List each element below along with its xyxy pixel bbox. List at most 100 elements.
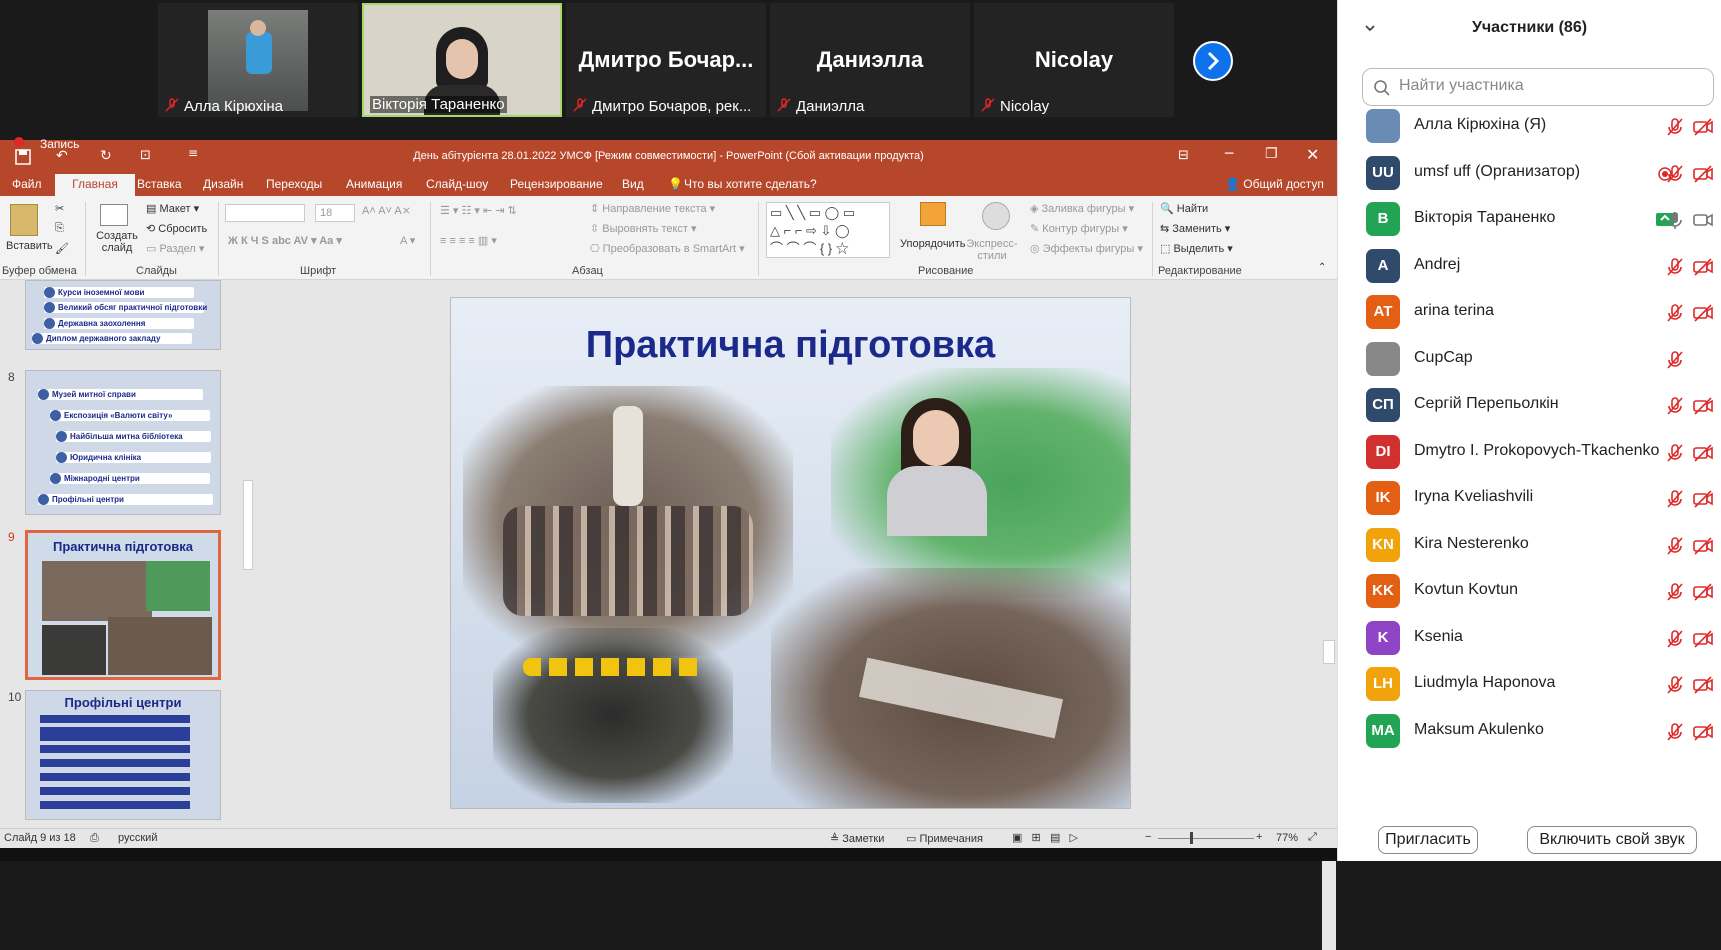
- slide-canvas[interactable]: Практична підготовка: [450, 297, 1131, 809]
- video-tile-4[interactable]: Даниэлла Даниэлла: [770, 3, 970, 117]
- tab-view[interactable]: Вид: [622, 177, 644, 191]
- video-tile-5[interactable]: Nicolay Nicolay: [974, 3, 1174, 117]
- maximize-icon[interactable]: ❐: [1265, 146, 1278, 162]
- slide-scrollbar[interactable]: [1322, 420, 1336, 950]
- video-off-icon[interactable]: [1692, 256, 1714, 278]
- participant-row[interactable]: A Andrej: [1338, 241, 1721, 292]
- replace-button[interactable]: ⇆ Заменить ▾: [1160, 222, 1230, 235]
- video-off-icon[interactable]: [1692, 535, 1714, 557]
- mic-muted-icon[interactable]: [1664, 628, 1686, 650]
- mic-muted-icon[interactable]: [1664, 488, 1686, 510]
- find-button[interactable]: 🔍 Найти: [1160, 202, 1208, 215]
- save-icon[interactable]: [14, 148, 32, 166]
- video-tile-2-active-speaker[interactable]: Вікторія Тараненко: [362, 3, 562, 117]
- participant-row[interactable]: AT arina terina: [1338, 287, 1721, 338]
- language-status[interactable]: русский: [118, 832, 157, 844]
- font-format-icons[interactable]: Ж К Ч S abc AV ▾ Aa ▾: [228, 234, 342, 247]
- share-button[interactable]: 👤 Общий доступ: [1225, 177, 1324, 191]
- arrange-label[interactable]: Упорядочить: [900, 238, 965, 250]
- mic-muted-icon[interactable]: [1664, 116, 1686, 138]
- mic-muted-icon[interactable]: [1664, 302, 1686, 324]
- participant-row[interactable]: CupCap: [1338, 334, 1721, 385]
- slide-thumbnail-7[interactable]: Курси іноземної мови Великий обсяг практ…: [25, 280, 221, 350]
- reset-button[interactable]: ⟲ Сбросить: [146, 222, 207, 235]
- tab-animations[interactable]: Анимация: [346, 177, 402, 191]
- redo-icon[interactable]: ↻: [100, 148, 112, 164]
- start-slideshow-icon[interactable]: ⊡: [140, 148, 151, 163]
- video-off-icon[interactable]: [1692, 395, 1714, 417]
- mic-muted-icon[interactable]: [1664, 581, 1686, 603]
- tab-home[interactable]: Главная: [55, 174, 135, 196]
- search-input[interactable]: [1399, 77, 1699, 95]
- font-size-box[interactable]: 18: [315, 204, 355, 222]
- video-tile-3[interactable]: Дмитро Бочар... Дмитро Бочаров, рек...: [566, 3, 766, 117]
- paste-icon[interactable]: [10, 204, 38, 236]
- select-button[interactable]: ⬚ Выделить ▾: [1160, 242, 1233, 255]
- scroll-thumb[interactable]: [1323, 640, 1335, 664]
- mic-icon[interactable]: [1664, 209, 1686, 231]
- video-off-icon[interactable]: [1692, 116, 1714, 138]
- participant-row[interactable]: K Ksenia: [1338, 613, 1721, 664]
- quick-styles-icon[interactable]: [982, 202, 1010, 230]
- participant-row[interactable]: Алла Кірюхіна (Я): [1338, 101, 1721, 152]
- video-off-icon[interactable]: [1692, 488, 1714, 510]
- invite-button[interactable]: Пригласить: [1378, 826, 1478, 854]
- shape-fill-button[interactable]: ◈ Заливка фигуры ▾: [1030, 202, 1134, 215]
- tab-insert[interactable]: Вставка: [137, 177, 182, 191]
- participant-row[interactable]: UU umsf uff (Организатор): [1338, 148, 1721, 199]
- thumbnails-scrollbar[interactable]: [241, 285, 255, 820]
- mic-muted-icon[interactable]: [1664, 163, 1686, 185]
- slide-thumbnail-10[interactable]: Профільні центри: [25, 690, 221, 820]
- align-icons[interactable]: ≡ ≡ ≡ ≡ ▥ ▾: [440, 234, 497, 247]
- unmute-self-button[interactable]: Включить свой звук: [1527, 826, 1697, 854]
- shapes-gallery[interactable]: ▭ ╲ ╲ ▭ ◯ ▭ △ ⌐ ⌐ ⇨ ⇩ ◯ ⌒ ⌒ ⌒ { } ☆: [766, 202, 890, 258]
- tab-slideshow[interactable]: Слайд-шоу: [426, 177, 488, 191]
- video-icon[interactable]: [1692, 209, 1714, 231]
- quick-styles-label[interactable]: Экспресс-стили: [966, 238, 1018, 262]
- participant-row[interactable]: СП Сергій Перепьолкін: [1338, 380, 1721, 431]
- font-name-box[interactable]: [225, 204, 305, 222]
- video-off-icon[interactable]: [1692, 163, 1714, 185]
- zoom-out-icon[interactable]: −: [1145, 831, 1151, 843]
- scroll-thumb[interactable]: [243, 480, 253, 570]
- shape-effects-button[interactable]: ◎ Эффекты фигуры ▾: [1030, 242, 1143, 255]
- shape-outline-button[interactable]: ✎ Контур фигуры ▾: [1030, 222, 1128, 235]
- font-color-icon[interactable]: A ▾: [400, 234, 415, 247]
- participant-row[interactable]: LH Liudmyla Haponova: [1338, 659, 1721, 710]
- comments-button[interactable]: ▭ Примечания: [906, 832, 983, 845]
- video-off-icon[interactable]: [1692, 628, 1714, 650]
- view-buttons[interactable]: ▣ ⊞ ▤ ▷: [1012, 831, 1078, 844]
- zoom-slider-thumb[interactable]: [1190, 832, 1193, 844]
- tab-review[interactable]: Рецензирование: [510, 177, 603, 191]
- video-off-icon[interactable]: [1692, 674, 1714, 696]
- participant-row[interactable]: IK Iryna Kveliashvili: [1338, 473, 1721, 524]
- participant-row[interactable]: KN Kira Nesterenko: [1338, 520, 1721, 571]
- zoom-level[interactable]: 77%: [1276, 832, 1298, 844]
- zoom-in-icon[interactable]: +: [1256, 831, 1262, 843]
- slide-thumbnail-8[interactable]: Музей митної справи Експозиція «Валюти с…: [25, 370, 221, 515]
- mic-muted-icon[interactable]: [1664, 674, 1686, 696]
- collapse-ribbon-icon[interactable]: ⌃: [1318, 262, 1326, 273]
- mic-muted-icon[interactable]: [1664, 349, 1686, 371]
- tab-file[interactable]: Файл: [12, 177, 42, 191]
- layout-button[interactable]: ▤ Макет ▾: [146, 202, 199, 215]
- section-button[interactable]: ▭ Раздел ▾: [146, 242, 204, 255]
- video-off-icon[interactable]: [1692, 721, 1714, 743]
- new-slide-label[interactable]: Создать слайд: [96, 230, 138, 254]
- font-grow-icon[interactable]: A˄ A˅ A⨯: [362, 204, 411, 217]
- fit-slide-icon[interactable]: ⤢: [1308, 831, 1317, 844]
- next-page-button[interactable]: [1193, 41, 1233, 81]
- copy-icon[interactable]: ⎘: [55, 222, 64, 235]
- mic-muted-icon[interactable]: [1664, 721, 1686, 743]
- video-off-icon[interactable]: [1692, 302, 1714, 324]
- text-direction-button[interactable]: ⇕ Направление текста ▾: [590, 202, 715, 215]
- paste-label[interactable]: Вставить: [6, 240, 53, 252]
- customize-qat-icon[interactable]: ≡: [188, 146, 198, 160]
- format-painter-icon[interactable]: 🖌: [55, 242, 69, 255]
- arrange-icon[interactable]: [920, 202, 946, 226]
- minimize-icon[interactable]: ─: [1225, 146, 1233, 162]
- bullets-icon[interactable]: ☰ ▾ ☷ ▾ ⇤ ⇥ ⇅: [440, 204, 517, 217]
- smartart-button[interactable]: ⎔ Преобразовать в SmartArt ▾: [590, 242, 745, 255]
- align-text-button[interactable]: ⇳ Выровнять текст ▾: [590, 222, 697, 235]
- participant-row[interactable]: MA Maksum Akulenko: [1338, 706, 1721, 757]
